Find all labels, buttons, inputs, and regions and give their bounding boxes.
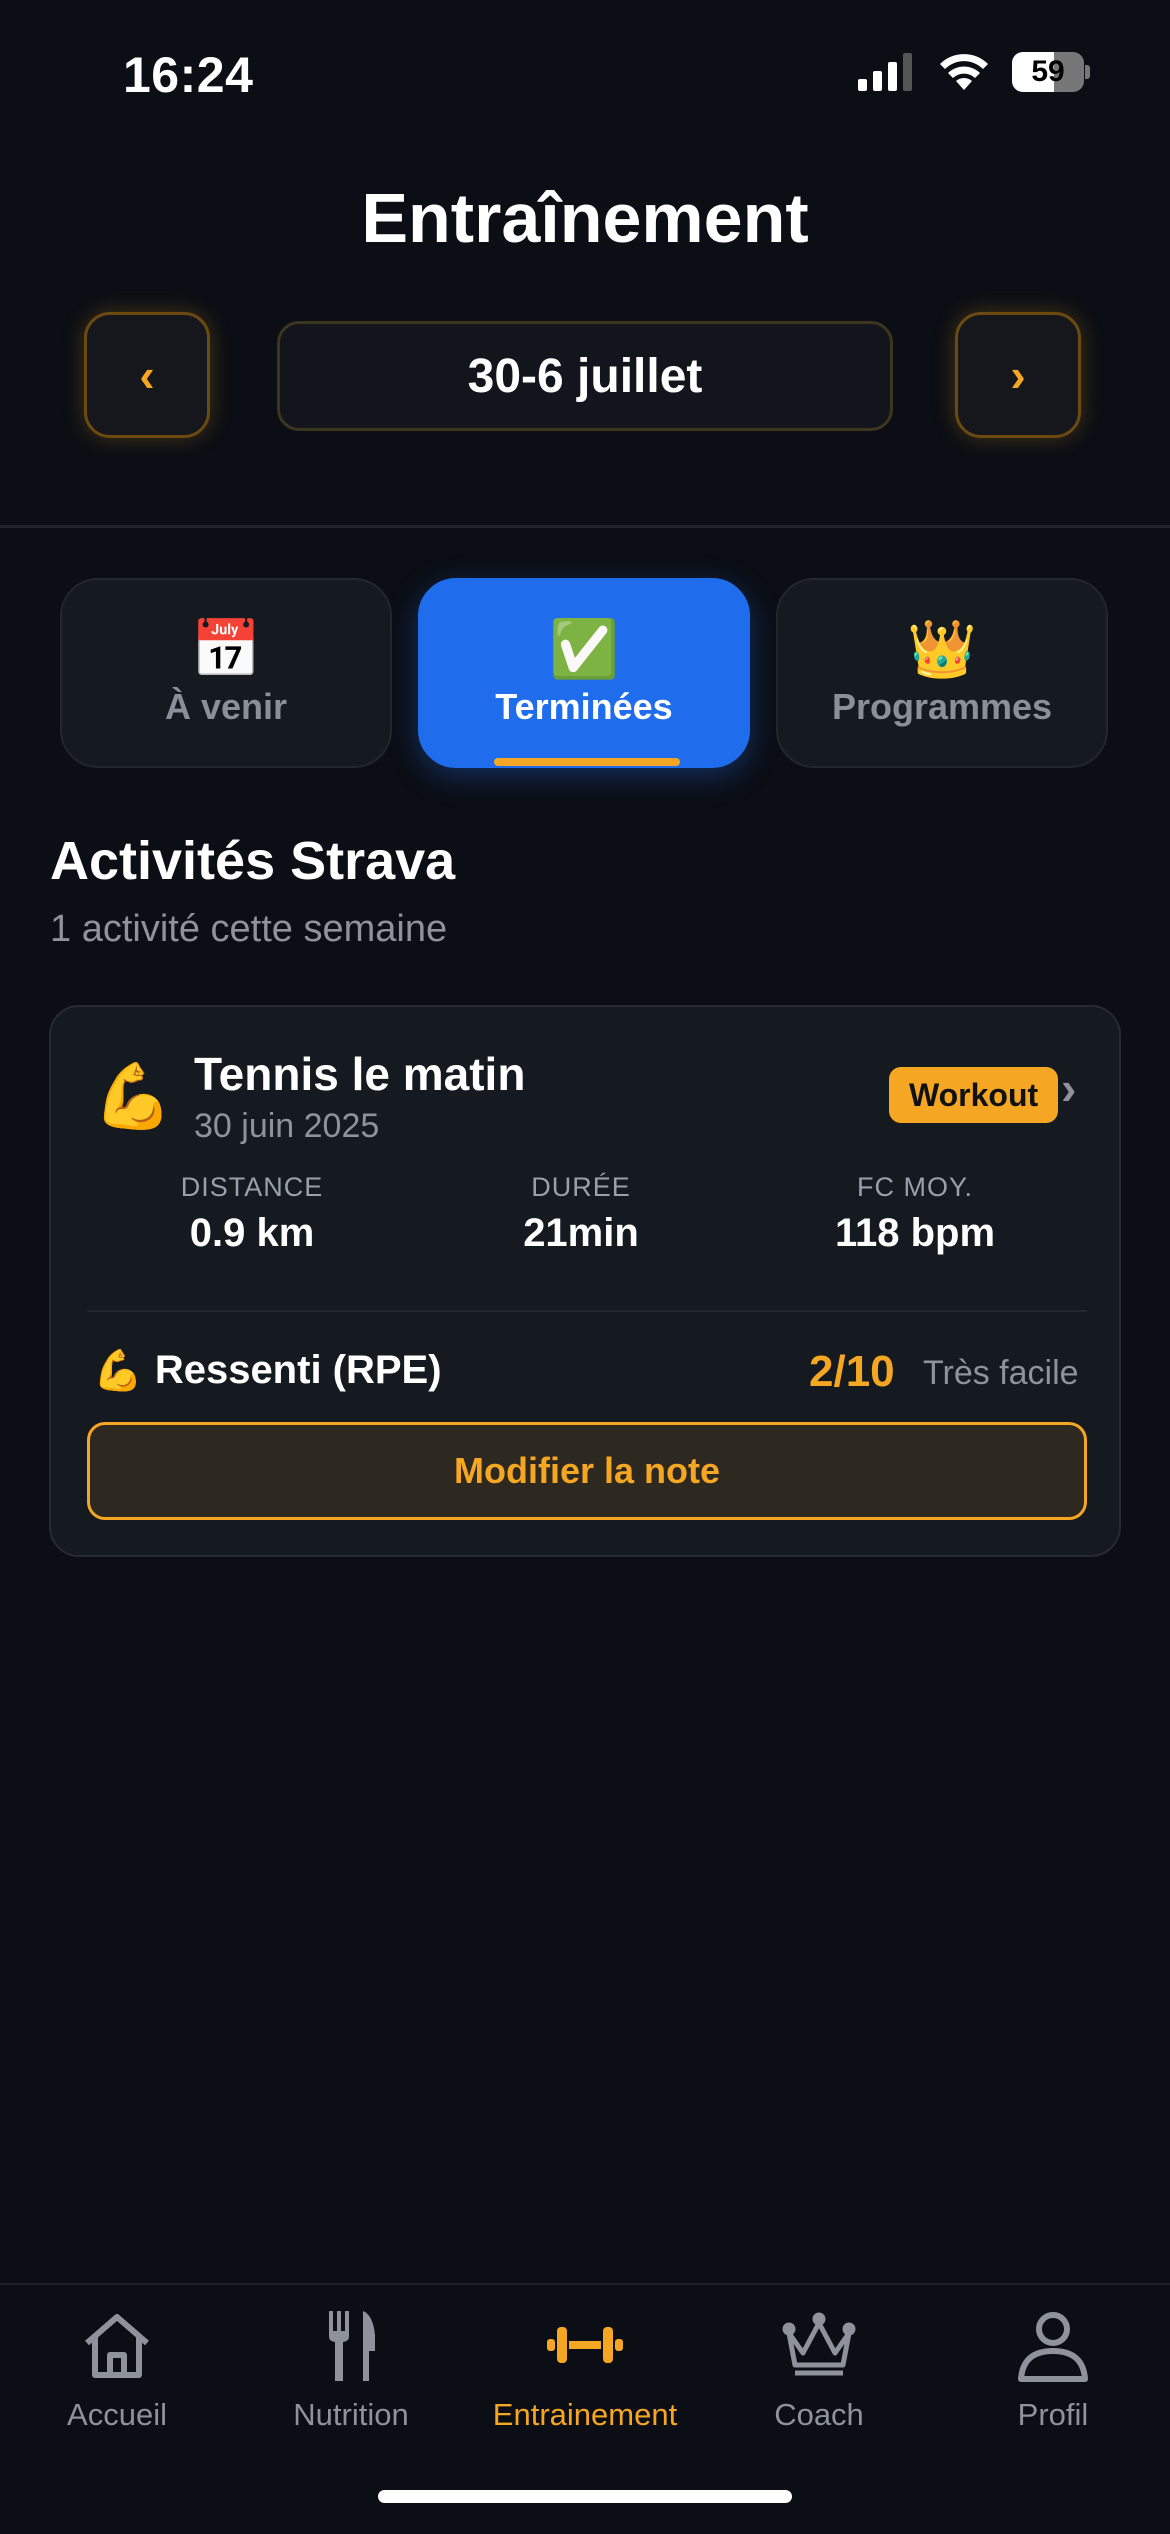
- tab-label: Programmes: [831, 686, 1053, 727]
- rpe-label-text: Ressenti (RPE): [154, 1348, 442, 1392]
- rpe-description: Très facile: [923, 1354, 1079, 1392]
- stat-label: FC MOY.: [856, 1172, 973, 1202]
- nav-label: Coach: [774, 2397, 864, 2432]
- nav-label: Nutrition: [293, 2397, 409, 2432]
- rpe-label: 💪 Ressenti (RPE): [93, 1347, 442, 1394]
- active-tab-indicator: [494, 758, 680, 766]
- week-label: 30-6 juillet: [467, 349, 703, 403]
- stat-distance: DISTANCE 0.9 km: [102, 1172, 402, 1256]
- activity-type-badge: Workout: [889, 1067, 1059, 1123]
- crown-icon: [782, 2312, 856, 2376]
- stat-value: 0.9 km: [189, 1211, 315, 1255]
- tab-label: Terminées: [495, 686, 673, 727]
- stat-value: 21min: [523, 1211, 639, 1255]
- crown-emoji-icon: 👑: [907, 617, 977, 680]
- nav-nutrition[interactable]: Nutrition: [234, 2305, 468, 2433]
- tab-programs[interactable]: 👑 Programmes: [776, 578, 1108, 768]
- signal-icon: [858, 53, 912, 91]
- edit-rating-button[interactable]: Modifier la note: [87, 1422, 1087, 1520]
- chevron-right-icon[interactable]: ›: [1061, 1061, 1076, 1115]
- tab-label: À venir: [164, 686, 288, 727]
- flexed-biceps-icon: 💪: [93, 1060, 173, 1132]
- stat-label: DISTANCE: [180, 1172, 324, 1202]
- activity-title: Tennis le matin: [194, 1048, 526, 1100]
- stat-heart-rate: FC MOY. 118 bpm: [765, 1172, 1065, 1256]
- nav-label: Entrainement: [492, 2397, 678, 2432]
- nav-coach[interactable]: Coach: [702, 2305, 936, 2433]
- calendar-icon: 📅: [191, 617, 261, 680]
- wifi-icon: [940, 54, 988, 90]
- section-title: Activités Strava: [50, 831, 456, 891]
- week-selector[interactable]: 30-6 juillet: [277, 321, 893, 431]
- tab-completed[interactable]: ✅ Terminées: [418, 578, 750, 768]
- person-icon: [1018, 2312, 1088, 2382]
- nav-training[interactable]: Entrainement: [468, 2305, 702, 2433]
- dumbbell-icon: [547, 2327, 623, 2363]
- fork-knife-icon: [329, 2311, 375, 2381]
- nav-home[interactable]: Accueil: [0, 2305, 234, 2433]
- status-time: 16:24: [123, 47, 254, 103]
- home-indicator: [378, 2490, 792, 2503]
- nav-label: Profil: [1017, 2397, 1089, 2432]
- nav-label: Accueil: [67, 2397, 167, 2432]
- status-icons: 59: [858, 52, 1090, 92]
- stat-label: DURÉE: [531, 1172, 631, 1202]
- card-divider: [87, 1310, 1087, 1312]
- home-icon: [85, 2314, 149, 2378]
- header-divider: [0, 525, 1170, 528]
- rpe-value: 2/10: [809, 1347, 895, 1396]
- stat-value: 118 bpm: [834, 1211, 996, 1255]
- activity-card[interactable]: 💪 Tennis le matin 30 juin 2025 Workout ›…: [49, 1005, 1121, 1557]
- battery-icon: 59: [1012, 52, 1090, 92]
- page-title: Entraînement: [361, 179, 809, 257]
- section-subtitle: 1 activité cette semaine: [50, 908, 448, 950]
- stat-duration: DURÉE 21min: [431, 1172, 731, 1256]
- activity-date: 30 juin 2025: [194, 1107, 380, 1145]
- previous-week-button[interactable]: ‹: [84, 312, 210, 438]
- check-icon: ✅: [549, 617, 619, 680]
- battery-level: 59: [1031, 55, 1065, 88]
- flexed-biceps-icon: 💪: [93, 1349, 143, 1393]
- next-week-button[interactable]: ›: [955, 312, 1081, 438]
- nav-profile[interactable]: Profil: [936, 2305, 1170, 2433]
- tab-upcoming[interactable]: 📅 À venir: [60, 578, 392, 768]
